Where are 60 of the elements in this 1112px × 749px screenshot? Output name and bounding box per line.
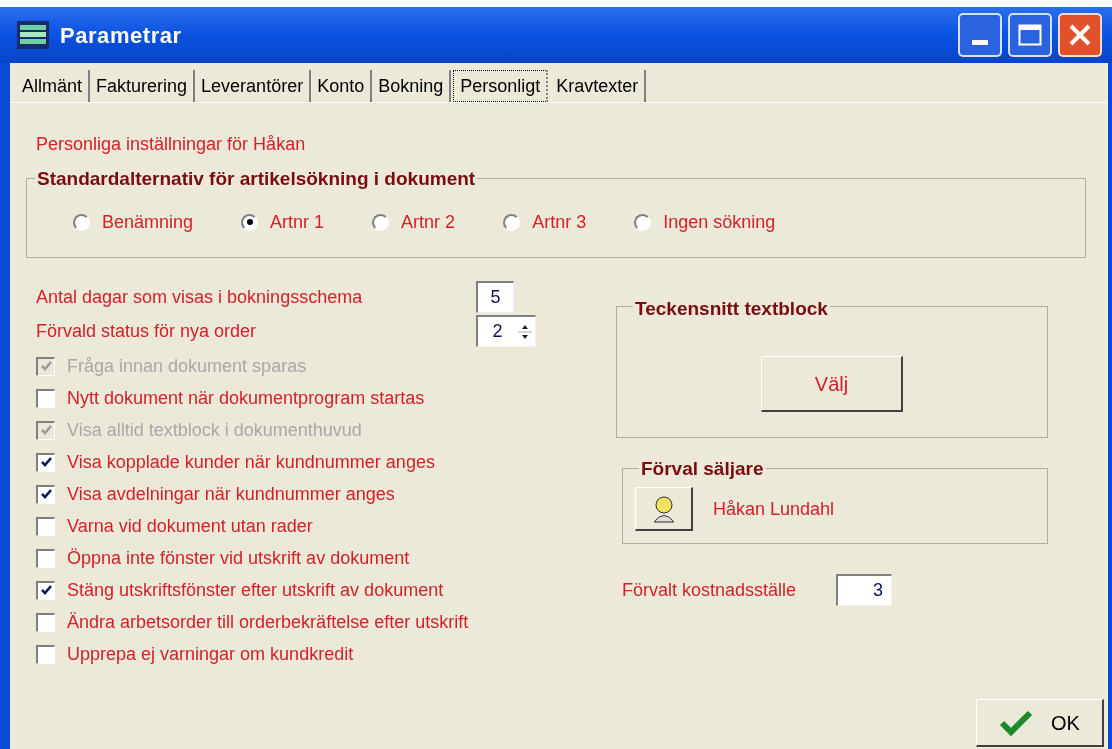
app-icon bbox=[16, 20, 50, 50]
seller-name: Håkan Lundahl bbox=[713, 497, 835, 521]
tab[interactable]: Leverantörer bbox=[195, 70, 312, 102]
check-icon bbox=[39, 456, 53, 469]
check-icon bbox=[39, 488, 53, 501]
maximize-icon bbox=[1018, 24, 1042, 46]
tab[interactable]: Fakturering bbox=[90, 70, 196, 102]
checkmark-icon bbox=[999, 709, 1034, 736]
radio-button[interactable] bbox=[634, 213, 652, 231]
section-heading: Personliga inställningar för Håkan bbox=[36, 133, 307, 156]
field-label: Förvalt kostnadsställe bbox=[622, 578, 797, 602]
maximize-button[interactable] bbox=[1008, 13, 1052, 57]
check-icon bbox=[39, 424, 53, 437]
checkbox-label: Nytt dokument när dokumentprogram startas bbox=[67, 386, 425, 410]
radio-label: Artnr 1 bbox=[270, 210, 325, 234]
checkbox-label: Ändra arbetsorder till orderbekräftelse efter utskrift bbox=[67, 610, 469, 634]
check-icon bbox=[39, 360, 53, 373]
cost-center-field[interactable]: 3 bbox=[836, 574, 893, 606]
checkbox-label: Varna vid dokument utan rader bbox=[67, 514, 313, 538]
minimize-icon bbox=[972, 40, 988, 45]
radio-label: Artnr 3 bbox=[532, 210, 587, 234]
checkbox[interactable] bbox=[36, 612, 55, 632]
radio-button[interactable] bbox=[73, 213, 90, 231]
checkbox[interactable] bbox=[36, 388, 55, 408]
seller-picker-button[interactable] bbox=[635, 487, 693, 531]
radio-button[interactable] bbox=[503, 213, 521, 231]
radio-button[interactable] bbox=[241, 213, 259, 231]
checkbox[interactable] bbox=[36, 580, 55, 600]
checkbox-label: Upprepa ej varningar om kundkredit bbox=[67, 642, 354, 666]
radio-label: Benämning bbox=[102, 210, 194, 234]
ok-button[interactable]: OK bbox=[976, 699, 1104, 747]
spinner-field[interactable]: 2 bbox=[476, 315, 536, 347]
tab[interactable]: Personligt bbox=[453, 70, 549, 102]
check-icon bbox=[39, 584, 53, 597]
checkbox-label: Visa avdelningar när kundnummer anges bbox=[67, 482, 395, 506]
radio-label: Artnr 2 bbox=[401, 210, 456, 234]
checkbox[interactable] bbox=[36, 516, 55, 536]
minimize-button[interactable] bbox=[958, 13, 1002, 57]
field-label: Förvald status för nya order bbox=[36, 319, 257, 343]
checkbox-label: Öppna inte fönster vid utskrift av dokument bbox=[67, 546, 410, 570]
checkbox[interactable] bbox=[36, 452, 55, 472]
radio-button[interactable] bbox=[372, 213, 390, 231]
checkbox[interactable] bbox=[36, 484, 55, 504]
close-icon bbox=[1068, 23, 1092, 47]
checkbox[interactable] bbox=[36, 548, 55, 568]
field-label: Antal dagar som visas i bokningsschema bbox=[36, 285, 363, 309]
checkbox-label: Visa kopplade kunder när kundnummer anges bbox=[67, 450, 435, 474]
checkbox-label: Stäng utskriftsfönster efter utskrift av dokument bbox=[67, 578, 444, 602]
tab[interactable]: Kravtexter bbox=[550, 70, 647, 102]
tab[interactable]: Allmänt bbox=[16, 70, 91, 102]
checkbox-label: Visa alltid textblock i dokumenthuvud bbox=[67, 418, 362, 442]
choose-button[interactable]: Välj bbox=[761, 356, 903, 412]
window-title: Parametrar bbox=[60, 21, 182, 50]
tab[interactable]: Bokning bbox=[372, 70, 452, 102]
tab[interactable]: Konto bbox=[311, 70, 373, 102]
checkbox[interactable] bbox=[36, 644, 55, 664]
checkbox-label: Fråga innan dokument sparas bbox=[67, 354, 307, 378]
radio-label: Ingen sökning bbox=[663, 210, 776, 234]
number-field[interactable]: 5 bbox=[476, 281, 514, 313]
close-button[interactable] bbox=[1058, 13, 1102, 57]
